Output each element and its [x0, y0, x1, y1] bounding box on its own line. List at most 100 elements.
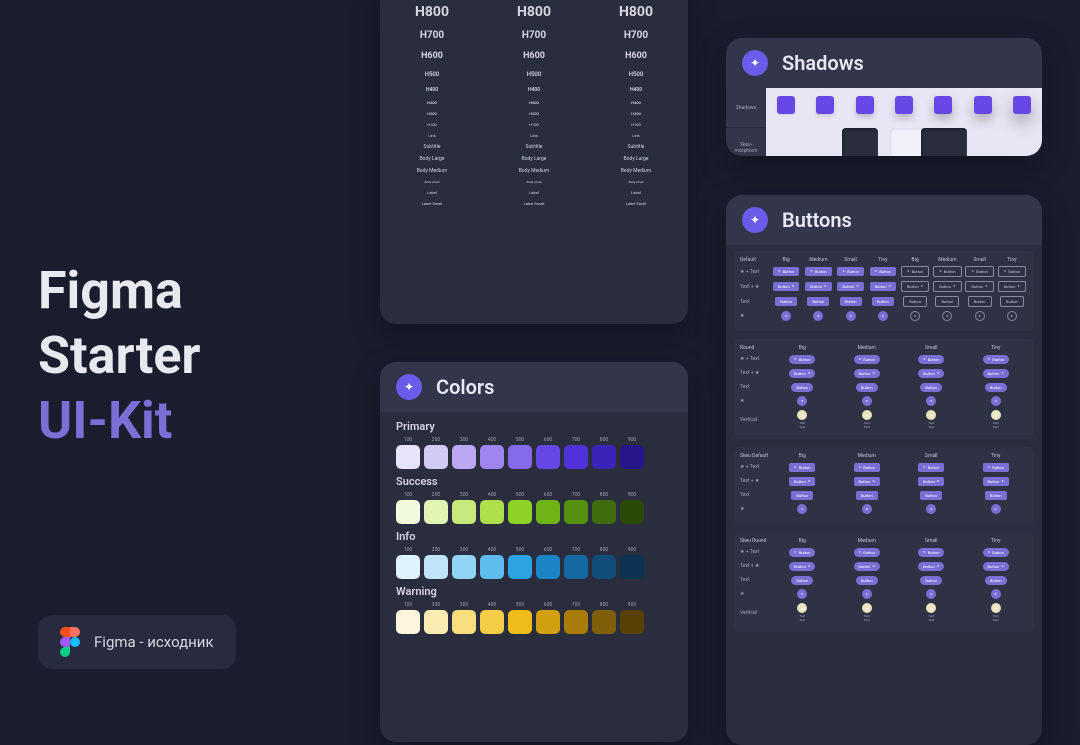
color-swatch[interactable]: [480, 445, 504, 469]
button-sample[interactable]: ★: [797, 504, 807, 514]
color-swatch[interactable]: [396, 445, 420, 469]
color-swatch[interactable]: [536, 445, 560, 469]
color-swatch[interactable]: [424, 445, 448, 469]
button-sample[interactable]: Button: [903, 296, 927, 307]
button-sample[interactable]: ★Button: [789, 355, 815, 364]
button-vertical[interactable]: ★TextText: [862, 410, 872, 429]
button-sample[interactable]: ★: [926, 589, 936, 599]
color-swatch[interactable]: [452, 555, 476, 579]
button-sample[interactable]: ★Button: [854, 463, 880, 472]
button-vertical[interactable]: ★TextText: [797, 410, 807, 429]
button-sample[interactable]: ★: [781, 311, 791, 321]
color-swatch[interactable]: [564, 555, 588, 579]
button-sample[interactable]: ★Button: [918, 463, 944, 472]
button-sample[interactable]: ★: [991, 504, 1001, 514]
button-sample[interactable]: Button: [791, 383, 813, 392]
button-sample[interactable]: Button: [791, 576, 813, 585]
button-sample[interactable]: ★Button: [870, 267, 896, 276]
button-sample[interactable]: Button: [985, 491, 1007, 500]
button-sample[interactable]: Button★: [854, 477, 880, 486]
color-swatch[interactable]: [424, 500, 448, 524]
button-sample[interactable]: ★Button: [983, 355, 1009, 364]
button-sample[interactable]: Button★: [918, 562, 944, 571]
tab-skeumorphism[interactable]: Skeu-morphism: [726, 128, 766, 156]
color-swatch[interactable]: [396, 610, 420, 634]
button-sample[interactable]: Button: [920, 576, 942, 585]
button-sample[interactable]: ★Button: [854, 355, 880, 364]
button-vertical[interactable]: ★TextText: [926, 410, 936, 429]
color-swatch[interactable]: [536, 610, 560, 634]
button-sample[interactable]: Button★: [965, 281, 993, 292]
button-sample[interactable]: ★Button: [918, 355, 944, 364]
button-sample[interactable]: ★: [797, 396, 807, 406]
button-sample[interactable]: Button★: [805, 282, 831, 291]
button-sample[interactable]: Button★: [870, 282, 896, 291]
button-sample[interactable]: Button★: [789, 369, 815, 378]
button-sample[interactable]: ★Button: [773, 267, 799, 276]
button-sample[interactable]: ★: [862, 396, 872, 406]
color-swatch[interactable]: [620, 610, 644, 634]
button-sample[interactable]: Button★: [854, 369, 880, 378]
color-swatch[interactable]: [620, 500, 644, 524]
color-swatch[interactable]: [452, 610, 476, 634]
button-sample[interactable]: ★: [862, 589, 872, 599]
color-swatch[interactable]: [536, 500, 560, 524]
button-sample[interactable]: ★Button: [983, 548, 1009, 557]
button-sample[interactable]: Button★: [983, 369, 1009, 378]
button-sample[interactable]: ★: [797, 589, 807, 599]
color-swatch[interactable]: [536, 555, 560, 579]
button-sample[interactable]: Button★: [789, 562, 815, 571]
color-swatch[interactable]: [424, 555, 448, 579]
button-sample[interactable]: Button: [935, 296, 959, 307]
color-swatch[interactable]: [592, 445, 616, 469]
color-swatch[interactable]: [620, 555, 644, 579]
button-sample[interactable]: ★Button: [933, 266, 961, 277]
button-sample[interactable]: ★: [975, 311, 985, 321]
button-sample[interactable]: Button: [968, 296, 992, 307]
button-sample[interactable]: Button: [920, 383, 942, 392]
button-vertical[interactable]: ★TextText: [991, 410, 1001, 429]
color-swatch[interactable]: [480, 500, 504, 524]
button-sample[interactable]: ★: [878, 311, 888, 321]
button-sample[interactable]: ★: [862, 504, 872, 514]
button-sample[interactable]: Button★: [901, 281, 929, 292]
button-sample[interactable]: ★: [942, 311, 952, 321]
color-swatch[interactable]: [620, 445, 644, 469]
button-sample[interactable]: Button★: [983, 562, 1009, 571]
button-sample[interactable]: ★: [1007, 311, 1017, 321]
color-swatch[interactable]: [452, 445, 476, 469]
button-sample[interactable]: ★: [991, 396, 1001, 406]
button-sample[interactable]: ★Button: [789, 548, 815, 557]
button-sample[interactable]: ★Button: [901, 266, 929, 277]
color-swatch[interactable]: [564, 445, 588, 469]
tab-shadows[interactable]: Shadows: [726, 88, 766, 128]
button-sample[interactable]: ★: [813, 311, 823, 321]
button-vertical[interactable]: ★TextText: [862, 603, 872, 622]
button-sample[interactable]: ★Button: [998, 266, 1026, 277]
button-sample[interactable]: ★Button: [789, 463, 815, 472]
button-sample[interactable]: Button: [791, 491, 813, 500]
color-swatch[interactable]: [508, 500, 532, 524]
button-sample[interactable]: ★Button: [965, 266, 993, 277]
button-vertical[interactable]: ★TextText: [797, 603, 807, 622]
color-swatch[interactable]: [564, 500, 588, 524]
button-sample[interactable]: ★Button: [805, 267, 831, 276]
button-sample[interactable]: ★Button: [837, 267, 863, 276]
button-sample[interactable]: Button★: [789, 477, 815, 486]
button-sample[interactable]: Button: [920, 491, 942, 500]
button-sample[interactable]: Button: [985, 576, 1007, 585]
color-swatch[interactable]: [508, 445, 532, 469]
color-swatch[interactable]: [592, 610, 616, 634]
color-swatch[interactable]: [396, 500, 420, 524]
button-sample[interactable]: ★: [926, 504, 936, 514]
color-swatch[interactable]: [396, 555, 420, 579]
button-sample[interactable]: Button★: [918, 477, 944, 486]
button-sample[interactable]: Button: [840, 297, 862, 306]
button-sample[interactable]: Button★: [837, 282, 863, 291]
button-sample[interactable]: Button: [856, 491, 878, 500]
button-sample[interactable]: ★Button: [854, 548, 880, 557]
button-sample[interactable]: ★: [910, 311, 920, 321]
color-swatch[interactable]: [592, 555, 616, 579]
button-sample[interactable]: Button: [872, 297, 894, 306]
color-swatch[interactable]: [480, 555, 504, 579]
